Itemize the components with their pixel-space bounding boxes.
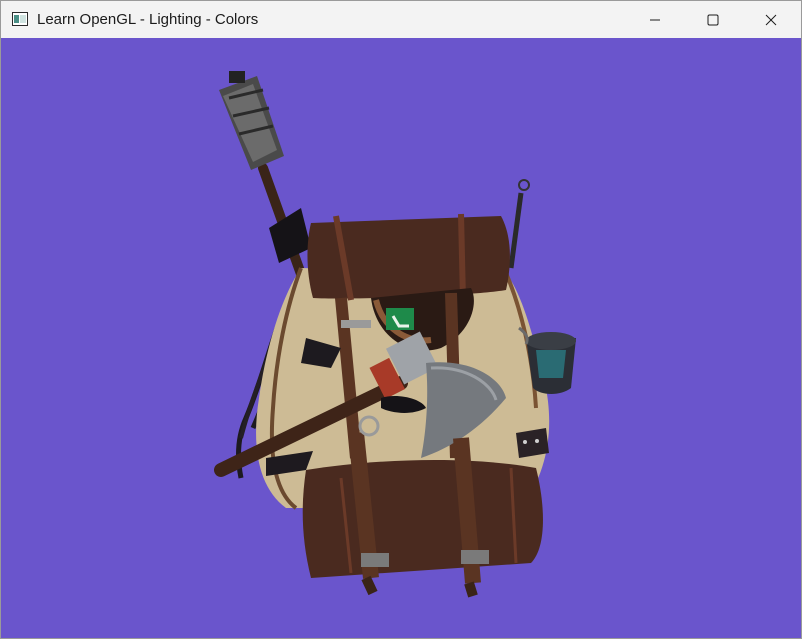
backpack-model bbox=[214, 71, 576, 598]
bottom-strap bbox=[361, 575, 478, 598]
minimize-button[interactable] bbox=[626, 1, 684, 38]
window-title: Learn OpenGL - Lighting - Colors bbox=[37, 11, 259, 28]
right-rod bbox=[508, 179, 530, 269]
maximize-icon bbox=[707, 14, 719, 25]
close-icon bbox=[765, 14, 777, 25]
title-bar[interactable]: Learn OpenGL - Lighting - Colors bbox=[1, 1, 801, 38]
minimize-icon bbox=[650, 19, 660, 20]
top-flap bbox=[307, 213, 510, 301]
app-window: Learn OpenGL - Lighting - Colors bbox=[0, 0, 802, 639]
right-clip bbox=[516, 428, 549, 458]
close-button[interactable] bbox=[742, 1, 800, 38]
maximize-button[interactable] bbox=[684, 1, 742, 38]
opengl-viewport[interactable] bbox=[1, 38, 801, 638]
opengl-app-icon bbox=[12, 12, 28, 26]
